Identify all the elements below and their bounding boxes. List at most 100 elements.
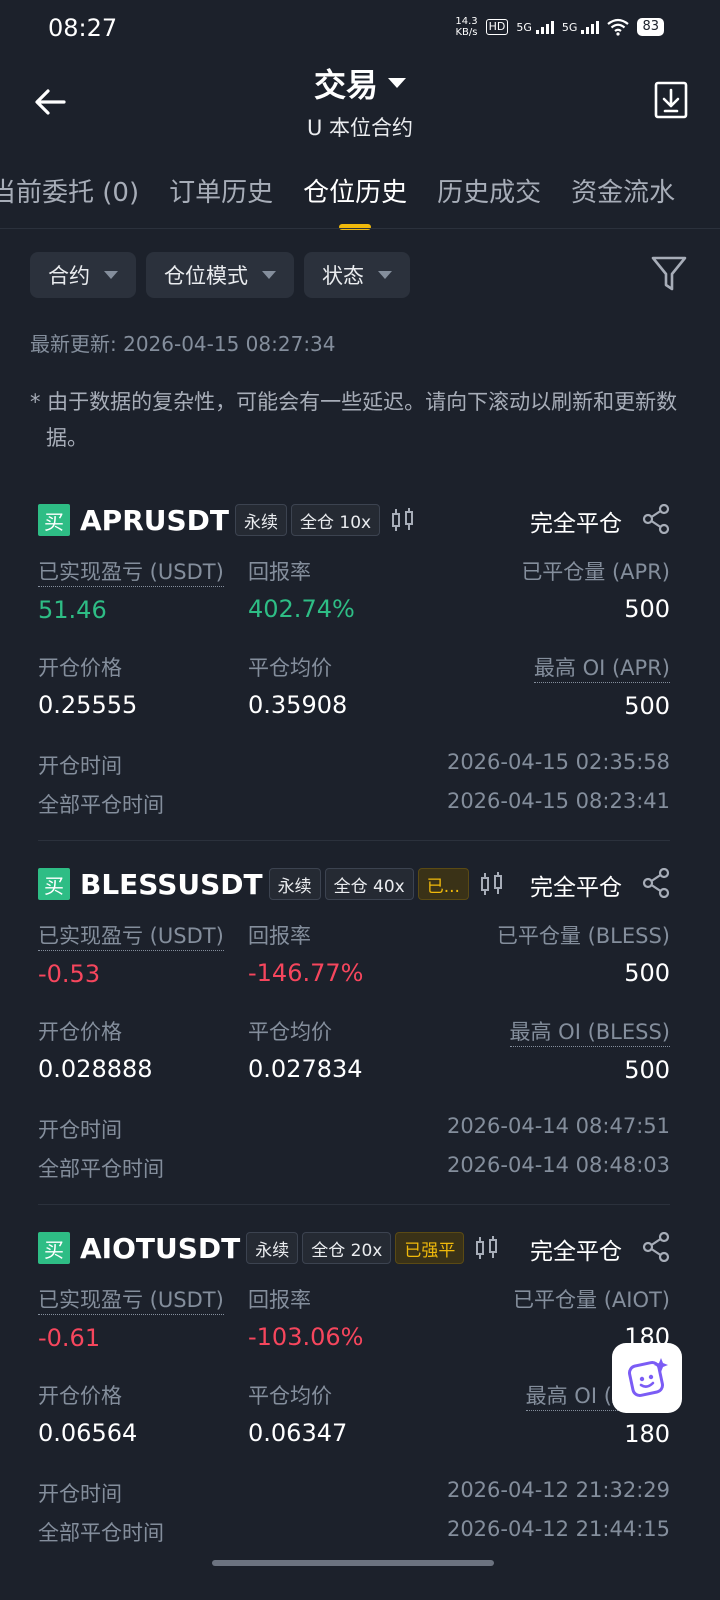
avg-close-price: 0.06347 (248, 1419, 348, 1447)
card-body: 已实现盈亏 (USDT) 51.46 回报率 402.74% 已平仓量 (APR) 5… (38, 558, 670, 828)
close-time-label: 全部平仓时间 (38, 1521, 164, 1545)
max-oi: 500 (624, 1056, 670, 1084)
entry-price-label: 开仓价格 (38, 1384, 122, 1408)
closed-qty-label: 已平仓量 (AIOT) (513, 1288, 670, 1312)
open-time-label: 开仓时间 (38, 754, 122, 778)
entry-price-label: 开仓价格 (38, 1020, 122, 1044)
symbol[interactable]: APRUSDT (80, 504, 229, 537)
margin-tag: 全仓 40x (324, 868, 414, 900)
close-time-label: 全部平仓时间 (38, 793, 164, 817)
roi: 402.74% (248, 595, 355, 623)
download-icon[interactable] (654, 80, 688, 120)
signal-icon: 5G (562, 20, 600, 34)
open-time: 2026-04-12 21:32:29 (446, 1478, 670, 1502)
tab-transaction-history[interactable]: 资金流水 (571, 172, 675, 228)
chevron-down-icon (262, 271, 276, 279)
close-time: 2026-04-15 08:23:41 (446, 789, 670, 813)
pnl-row: 已实现盈亏 (USDT) 51.46 回报率 402.74% 已平仓量 (APR) 5… (38, 558, 670, 654)
net-speed: 14.3 KB/s (455, 16, 478, 38)
tabs-divider (0, 228, 720, 229)
chevron-down-icon (378, 271, 392, 279)
status-filter[interactable]: 状态 (304, 252, 410, 298)
liquidated-tag: 已... (417, 868, 469, 900)
symbol[interactable]: BLESSUSDT (80, 868, 263, 901)
hd-icon: HD (485, 19, 509, 35)
roi: -146.77% (248, 959, 364, 987)
close-time-row: 全部平仓时间 2026-04-14 08:48:03 (38, 1153, 670, 1192)
realized-pnl: -0.53 (38, 960, 101, 988)
card-body: 已实现盈亏 (USDT) -0.53 回报率 -146.77% 已平仓量 (BLES… (38, 922, 670, 1192)
open-time: 2026-04-14 08:47:51 (446, 1114, 670, 1138)
tab-trade-history[interactable]: 历史成交 (437, 172, 541, 228)
contract-filter[interactable]: 合约 (30, 252, 136, 298)
roi-label: 回报率 (248, 1288, 311, 1312)
realized-pnl-label[interactable]: 已实现盈亏 (USDT) (38, 922, 224, 951)
filter-icon[interactable] (650, 254, 688, 294)
realized-pnl-label[interactable]: 已实现盈亏 (USDT) (38, 558, 224, 587)
status-icons: 14.3 KB/s HD 5G 5G 83 (455, 16, 664, 38)
status-bar: 08:27 14.3 KB/s HD 5G 5G 83 (0, 0, 720, 56)
close-time-label: 全部平仓时间 (38, 1157, 164, 1181)
card-body: 已实现盈亏 (USDT) -0.61 回报率 -103.06% 已平仓量 (AIOT… (38, 1286, 670, 1556)
candlestick-chart-icon[interactable] (474, 1235, 500, 1261)
open-time-label: 开仓时间 (38, 1482, 122, 1506)
position-card[interactable]: 买 APRUSDT 永续 全仓 10x 完全平仓 已实现盈亏 (USDT) 51.… (38, 500, 670, 828)
chevron-down-icon (388, 78, 406, 88)
open-time-label: 开仓时间 (38, 1118, 122, 1142)
share-icon[interactable] (642, 868, 670, 898)
tab-open-orders[interactable]: 当前委托 (0) (0, 172, 139, 228)
avg-close-price-label: 平仓均价 (248, 1384, 332, 1408)
home-indicator[interactable] (212, 1560, 494, 1566)
entry-price-label: 开仓价格 (38, 656, 122, 680)
symbol[interactable]: AIOTUSDT (80, 1232, 240, 1265)
close-status: 完全平仓 (530, 511, 622, 537)
tab-order-history[interactable]: 订单历史 (169, 172, 273, 228)
avg-close-price: 0.027834 (248, 1055, 363, 1083)
share-icon[interactable] (642, 504, 670, 534)
position-card[interactable]: 买 AIOTUSDT 永续 全仓 20x 已强平 完全平仓 已实现盈亏 (USD… (38, 1228, 670, 1556)
price-row: 开仓价格 0.028888 平仓均价 0.027834 最高 OI (BLESS) 5… (38, 1018, 670, 1114)
open-time: 2026-04-15 02:35:58 (446, 750, 670, 774)
title-wrap: 交易 U 本位合约 (0, 60, 720, 142)
card-header: 买 AIOTUSDT 永续 全仓 20x 已强平 完全平仓 (38, 1228, 670, 1268)
tab-position-history[interactable]: 仓位历史 (303, 172, 407, 230)
assistant-fab[interactable] (612, 1343, 682, 1413)
open-time-row: 开仓时间 2026-04-12 21:32:29 (38, 1478, 670, 1517)
max-oi-label[interactable]: 最高 OI (APR) (533, 654, 670, 683)
pnl-row: 已实现盈亏 (USDT) -0.61 回报率 -103.06% 已平仓量 (AIOT… (38, 1286, 670, 1382)
closed-qty-label: 已平仓量 (BLESS) (496, 924, 670, 948)
share-icon[interactable] (642, 1232, 670, 1262)
chevron-down-icon (104, 271, 118, 279)
tab-bar: 当前委托 (0) 订单历史 仓位历史 历史成交 资金流水 (0, 172, 705, 230)
open-time-row: 开仓时间 2026-04-15 02:35:58 (38, 750, 670, 789)
position-card[interactable]: 买 BLESSUSDT 永续 全仓 40x 已... 完全平仓 已实现盈亏 (U… (38, 864, 670, 1192)
entry-price: 0.25555 (38, 691, 138, 719)
card-header: 买 APRUSDT 永续 全仓 10x 完全平仓 (38, 500, 670, 540)
side-badge: 买 (38, 504, 70, 536)
side-badge: 买 (38, 1232, 70, 1264)
realized-pnl-label[interactable]: 已实现盈亏 (USDT) (38, 1286, 224, 1315)
max-oi: 500 (624, 692, 670, 720)
open-time-row: 开仓时间 2026-04-14 08:47:51 (38, 1114, 670, 1153)
max-oi-label[interactable]: 最高 OI (BLESS) (509, 1018, 670, 1047)
status-time: 08:27 (48, 14, 118, 42)
candlestick-chart-icon[interactable] (390, 507, 416, 533)
candlestick-chart-icon[interactable] (479, 871, 505, 897)
pnl-row: 已实现盈亏 (USDT) -0.53 回报率 -146.77% 已平仓量 (BLES… (38, 922, 670, 1018)
close-status: 完全平仓 (530, 1239, 622, 1265)
entry-price: 0.06564 (38, 1419, 138, 1447)
type-tag: 永续 (268, 868, 321, 900)
page-title[interactable]: 交易 (314, 60, 406, 106)
card-header: 买 BLESSUSDT 永续 全仓 40x 已... 完全平仓 (38, 864, 670, 904)
price-row: 开仓价格 0.06564 平仓均价 0.06347 最高 OI (AIOT) 180 (38, 1382, 670, 1478)
roi: -103.06% (248, 1323, 364, 1351)
close-time: 2026-04-14 08:48:03 (446, 1153, 670, 1177)
type-tag: 永续 (246, 1232, 299, 1264)
last-updated: 最新更新: 2026-04-15 08:27:34 (30, 332, 336, 356)
realized-pnl: 51.46 (38, 596, 107, 624)
roi-label: 回报率 (248, 924, 311, 948)
position-mode-filter[interactable]: 仓位模式 (146, 252, 294, 298)
close-time: 2026-04-12 21:44:15 (446, 1517, 670, 1541)
avg-close-price-label: 平仓均价 (248, 656, 332, 680)
margin-tag: 全仓 20x (302, 1232, 392, 1264)
